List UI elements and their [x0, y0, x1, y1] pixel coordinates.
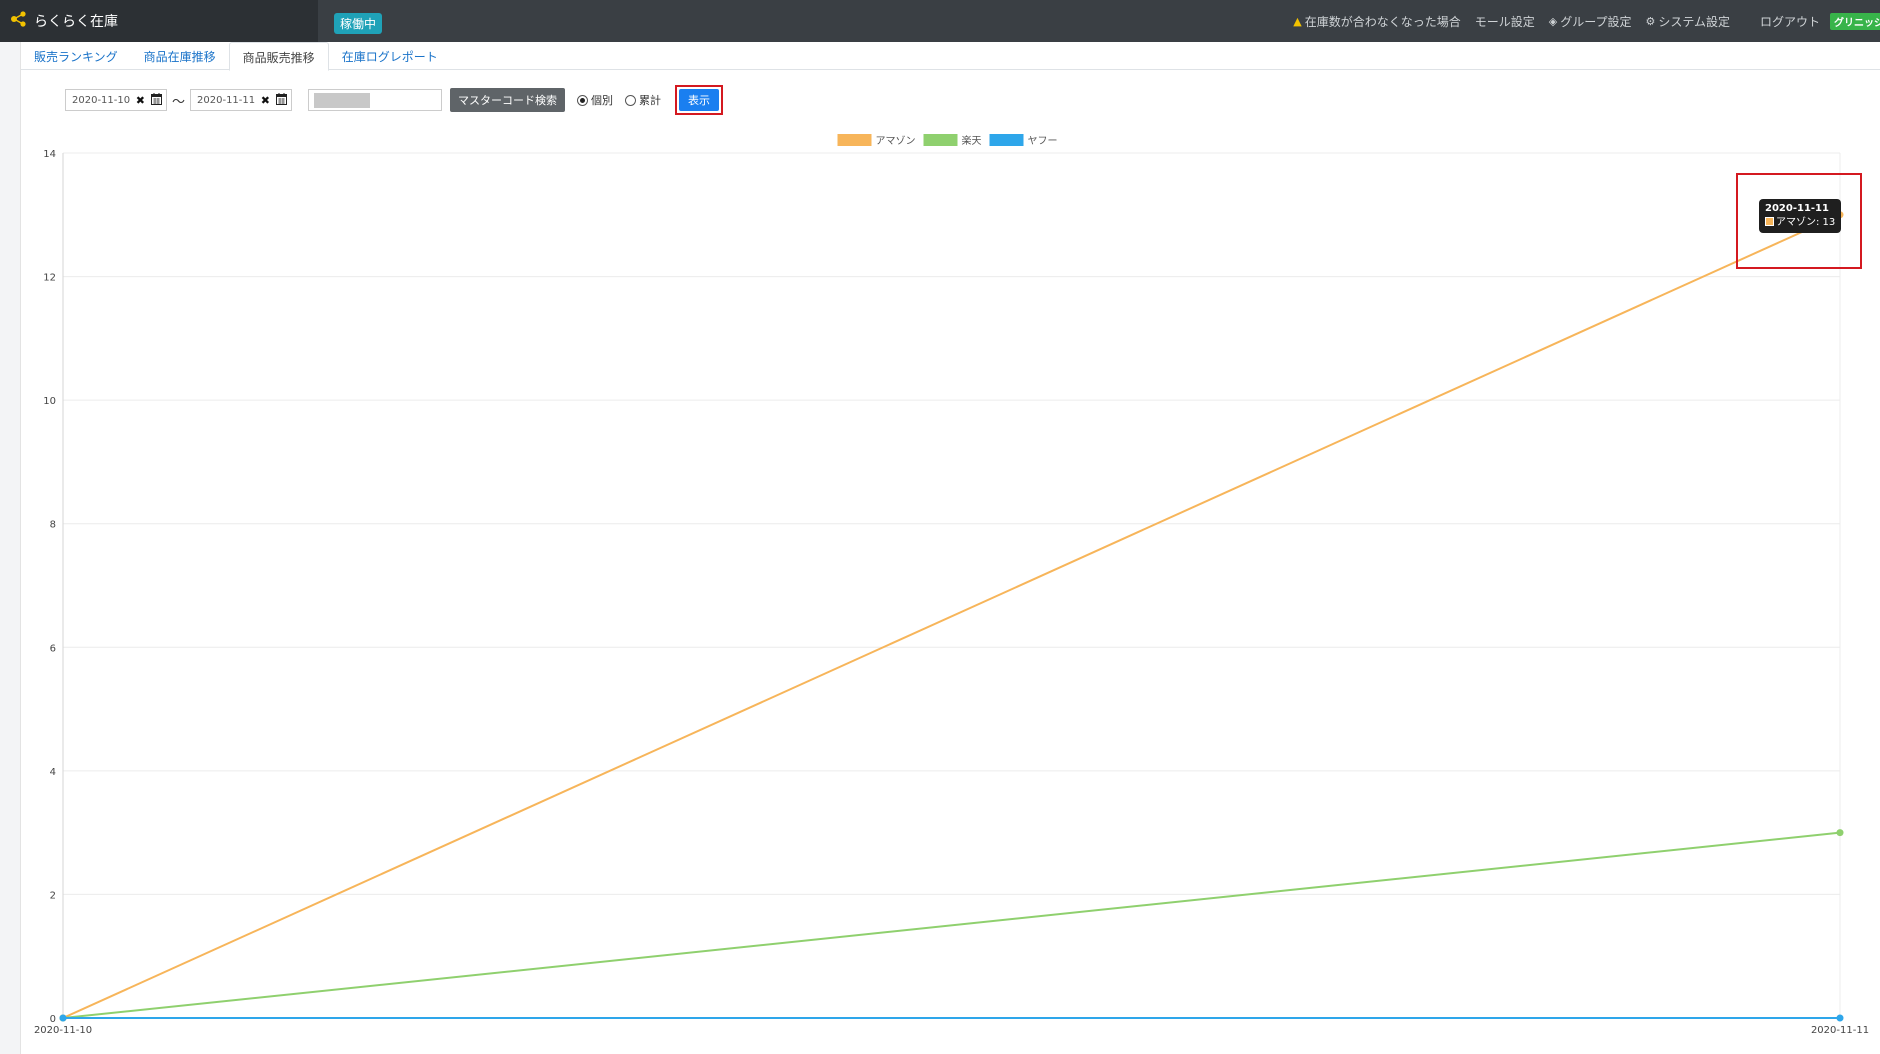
- data-point: [1836, 1014, 1844, 1022]
- sales-line-chart: 0 2 4 6 8 10 12 14 2020-11-10 2020-11-11 アマゾン 楽天 ヤフー: [34, 134, 1869, 1036]
- data-point: [1836, 829, 1844, 837]
- y-tick-label: 2: [50, 890, 56, 901]
- legend-label: 楽天: [962, 134, 982, 147]
- y-tick-label: 4: [50, 767, 56, 778]
- y-tick-label: 0: [50, 1014, 56, 1025]
- legend-label: アマゾン: [876, 135, 916, 147]
- y-tick-label: 14: [43, 149, 56, 160]
- series-line: [62, 831, 1841, 1019]
- x-tick-label: 2020-11-10: [34, 1025, 92, 1036]
- legend-label: ヤフー: [1028, 136, 1058, 147]
- legend-swatch: [837, 134, 872, 146]
- legend-swatch: [923, 134, 958, 146]
- tooltip-text: アマゾン: 13: [1776, 217, 1836, 228]
- data-point: [59, 1014, 67, 1022]
- tooltip-date: 2020-11-11: [1765, 203, 1829, 214]
- series-line: [62, 213, 1841, 1019]
- y-tick-label: 12: [43, 273, 56, 284]
- x-tick-label: 2020-11-11: [1811, 1025, 1869, 1036]
- y-tick-label: 8: [50, 520, 56, 531]
- legend-swatch: [989, 134, 1024, 146]
- y-tick-label: 10: [43, 396, 56, 407]
- y-tick-label: 6: [50, 643, 56, 654]
- chart-tooltip: 2020-11-11 アマゾン: 13: [1759, 199, 1842, 233]
- tooltip-swatch: [1765, 217, 1774, 226]
- chart-area: 0 2 4 6 8 10 12 14 2020-11-10 2020-11-11 アマゾン 楽天 ヤフー: [0, 0, 1880, 1054]
